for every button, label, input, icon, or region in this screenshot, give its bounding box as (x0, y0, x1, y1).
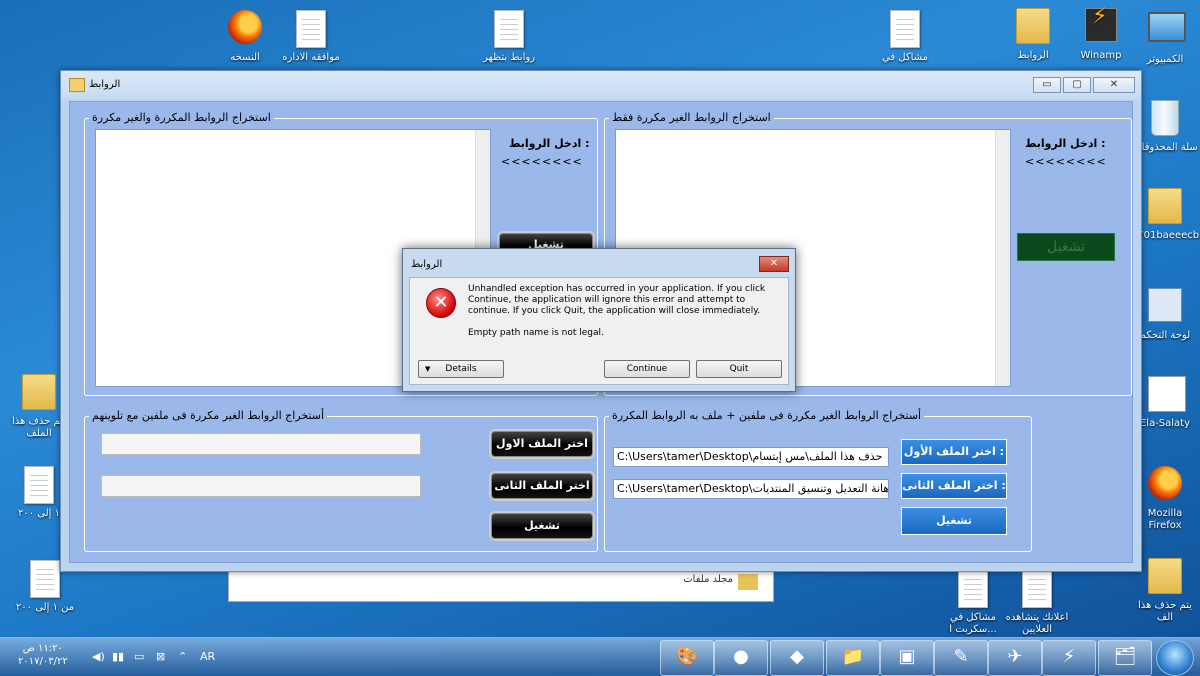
taskbar-winamp-icon[interactable]: ⚡ (1042, 640, 1096, 676)
dialog-close-button[interactable]: ✕ (759, 256, 789, 272)
run-unique-button[interactable]: تشغيل (1017, 233, 1115, 261)
taskbar-firefox-icon[interactable]: ● (714, 640, 768, 676)
desktop-icon-firefox-copy[interactable]: النسخه (210, 10, 280, 64)
firefox-icon (1148, 466, 1182, 500)
start-button[interactable] (1156, 640, 1194, 676)
error-detail: Empty path name is not legal. (468, 328, 604, 338)
window-title: الروابط (89, 79, 121, 90)
scrollbar[interactable] (995, 130, 1010, 386)
continue-button[interactable]: Continue (604, 360, 690, 378)
group-title: أستخراج الروابط الغير مكررة فى ملفين + م… (609, 409, 925, 422)
language-indicator[interactable]: AR (200, 650, 215, 663)
error-icon: ✕ (426, 288, 456, 318)
chevron-down-icon: ▼ (425, 365, 431, 373)
group-two-files-colored: أستخراج الروابط الغير مكررة فى ملفين مع … (84, 409, 598, 552)
choose-file2-button[interactable]: اختر الملف الثانى : (901, 473, 1007, 499)
tray-clock[interactable]: ١١:٢٠ ص ٢٠١٧/٠٣/٢٢ (18, 642, 68, 668)
run-two-files-button[interactable]: تشغيل (901, 507, 1007, 535)
arrows-indicator: <<<<<<<< (501, 155, 583, 168)
taskbar-folder-icon[interactable]: 🗂 (1098, 640, 1152, 676)
dialog-title: الروابط (411, 259, 443, 270)
battery-icon[interactable]: ▭ (134, 650, 144, 663)
desktop-icon-admin-approval[interactable]: موافقه الاداره (276, 10, 346, 64)
signal-icon[interactable]: ▮▮ (112, 650, 124, 663)
desktop-icon-computer[interactable]: الكمبيوتر (1130, 6, 1200, 66)
desktop-icon-ads[interactable]: اعلانك ينشاهده العلايين (1002, 570, 1072, 636)
window-titlebar[interactable]: الروابط ▭ ▢ ✕ (61, 71, 1141, 99)
control-panel-icon (1148, 288, 1182, 322)
volume-icon[interactable]: ◀) (92, 650, 105, 663)
taskbar: ١١:٢٠ ص ٢٠١٧/٠٣/٢٢ ◀) ▮▮ ▭ ⊠ ⌃ AR 🎨 ● ◆ … (0, 637, 1200, 676)
file2-path-field[interactable]: C:\Users\tamer\Desktop\هانة التعديل وتنس… (613, 479, 889, 499)
taskbar-paint-icon[interactable]: 🎨 (660, 640, 714, 676)
group-title: استخراج الروابط المكررة والغير مكررة (89, 111, 274, 124)
desktop-icon-problems[interactable]: مشاكل في (870, 10, 940, 64)
group-two-files-file: أستخراج الروابط الغير مكررة فى ملفين + م… (604, 409, 1032, 552)
explorer-window-fragment: مجلد ملفات (228, 570, 774, 602)
desktop-icon-winamp[interactable]: Winamp (1066, 6, 1136, 62)
file1-path-field[interactable]: C:\Users\tamer\Desktop\حذف هذا الملف\مس … (613, 447, 889, 467)
run-colored-button[interactable]: تشغيل (491, 513, 593, 539)
close-button[interactable]: ✕ (1093, 77, 1135, 93)
taskbar-app-icon[interactable]: ◆ (770, 640, 824, 676)
desktop-icon-links-appear[interactable]: روابط بتظهر (474, 10, 544, 64)
taskbar-notepad-icon[interactable]: ✎ (934, 640, 988, 676)
explorer-row-label: مجلد ملفات (683, 574, 733, 585)
recycle-bin-icon (1151, 100, 1179, 136)
arrows-indicator: <<<<<<<< (1025, 155, 1107, 168)
minimize-button[interactable]: ▭ (1033, 77, 1061, 93)
desktop-icon-problems-doc[interactable]: مشاكل في سكربت ا... (938, 570, 1008, 636)
exception-message: Unhandled exception has occurred in your… (468, 284, 766, 316)
network-icon[interactable]: ⊠ (156, 650, 165, 663)
quit-button[interactable]: Quit (696, 360, 782, 378)
dialog-body: ✕ Unhandled exception has occurred in yo… (409, 277, 789, 385)
maximize-button[interactable]: ▢ (1063, 77, 1091, 93)
taskbar-telegram-icon[interactable]: ✈ (988, 640, 1042, 676)
dialog-message: Unhandled exception has occurred in your… (468, 284, 778, 350)
desktop-icon-links-folder[interactable]: الروابط (998, 6, 1068, 62)
details-button[interactable]: ▼ Details (418, 360, 504, 378)
file2-path-field[interactable] (101, 475, 421, 497)
file1-path-field[interactable] (101, 433, 421, 455)
choose-file1-button[interactable]: اختر الملف الاول (491, 431, 593, 457)
taskbar-explorer-icon[interactable]: 📁 (826, 640, 880, 676)
folder-icon (738, 574, 758, 590)
taskbar-images-icon[interactable]: ▣ (880, 640, 934, 676)
input-label: ادخل الروابط : (1025, 137, 1106, 150)
group-title: استخراج الروابط الغير مكررة فقط (609, 111, 774, 124)
choose-file2-button[interactable]: اختر الملف الثانى (491, 473, 593, 499)
show-hidden-icon[interactable]: ⌃ (178, 650, 187, 663)
choose-file1-button[interactable]: اختر الملف الأول : (901, 439, 1007, 465)
firefox-icon (228, 10, 262, 44)
error-dialog: الروابط ✕ ✕ Unhandled exception has occu… (402, 248, 796, 392)
group-title: أستخراج الروابط الغير مكررة فى ملفين مع … (89, 409, 328, 422)
input-label: ادخل الروابط : (509, 137, 590, 150)
app-icon (69, 78, 85, 92)
